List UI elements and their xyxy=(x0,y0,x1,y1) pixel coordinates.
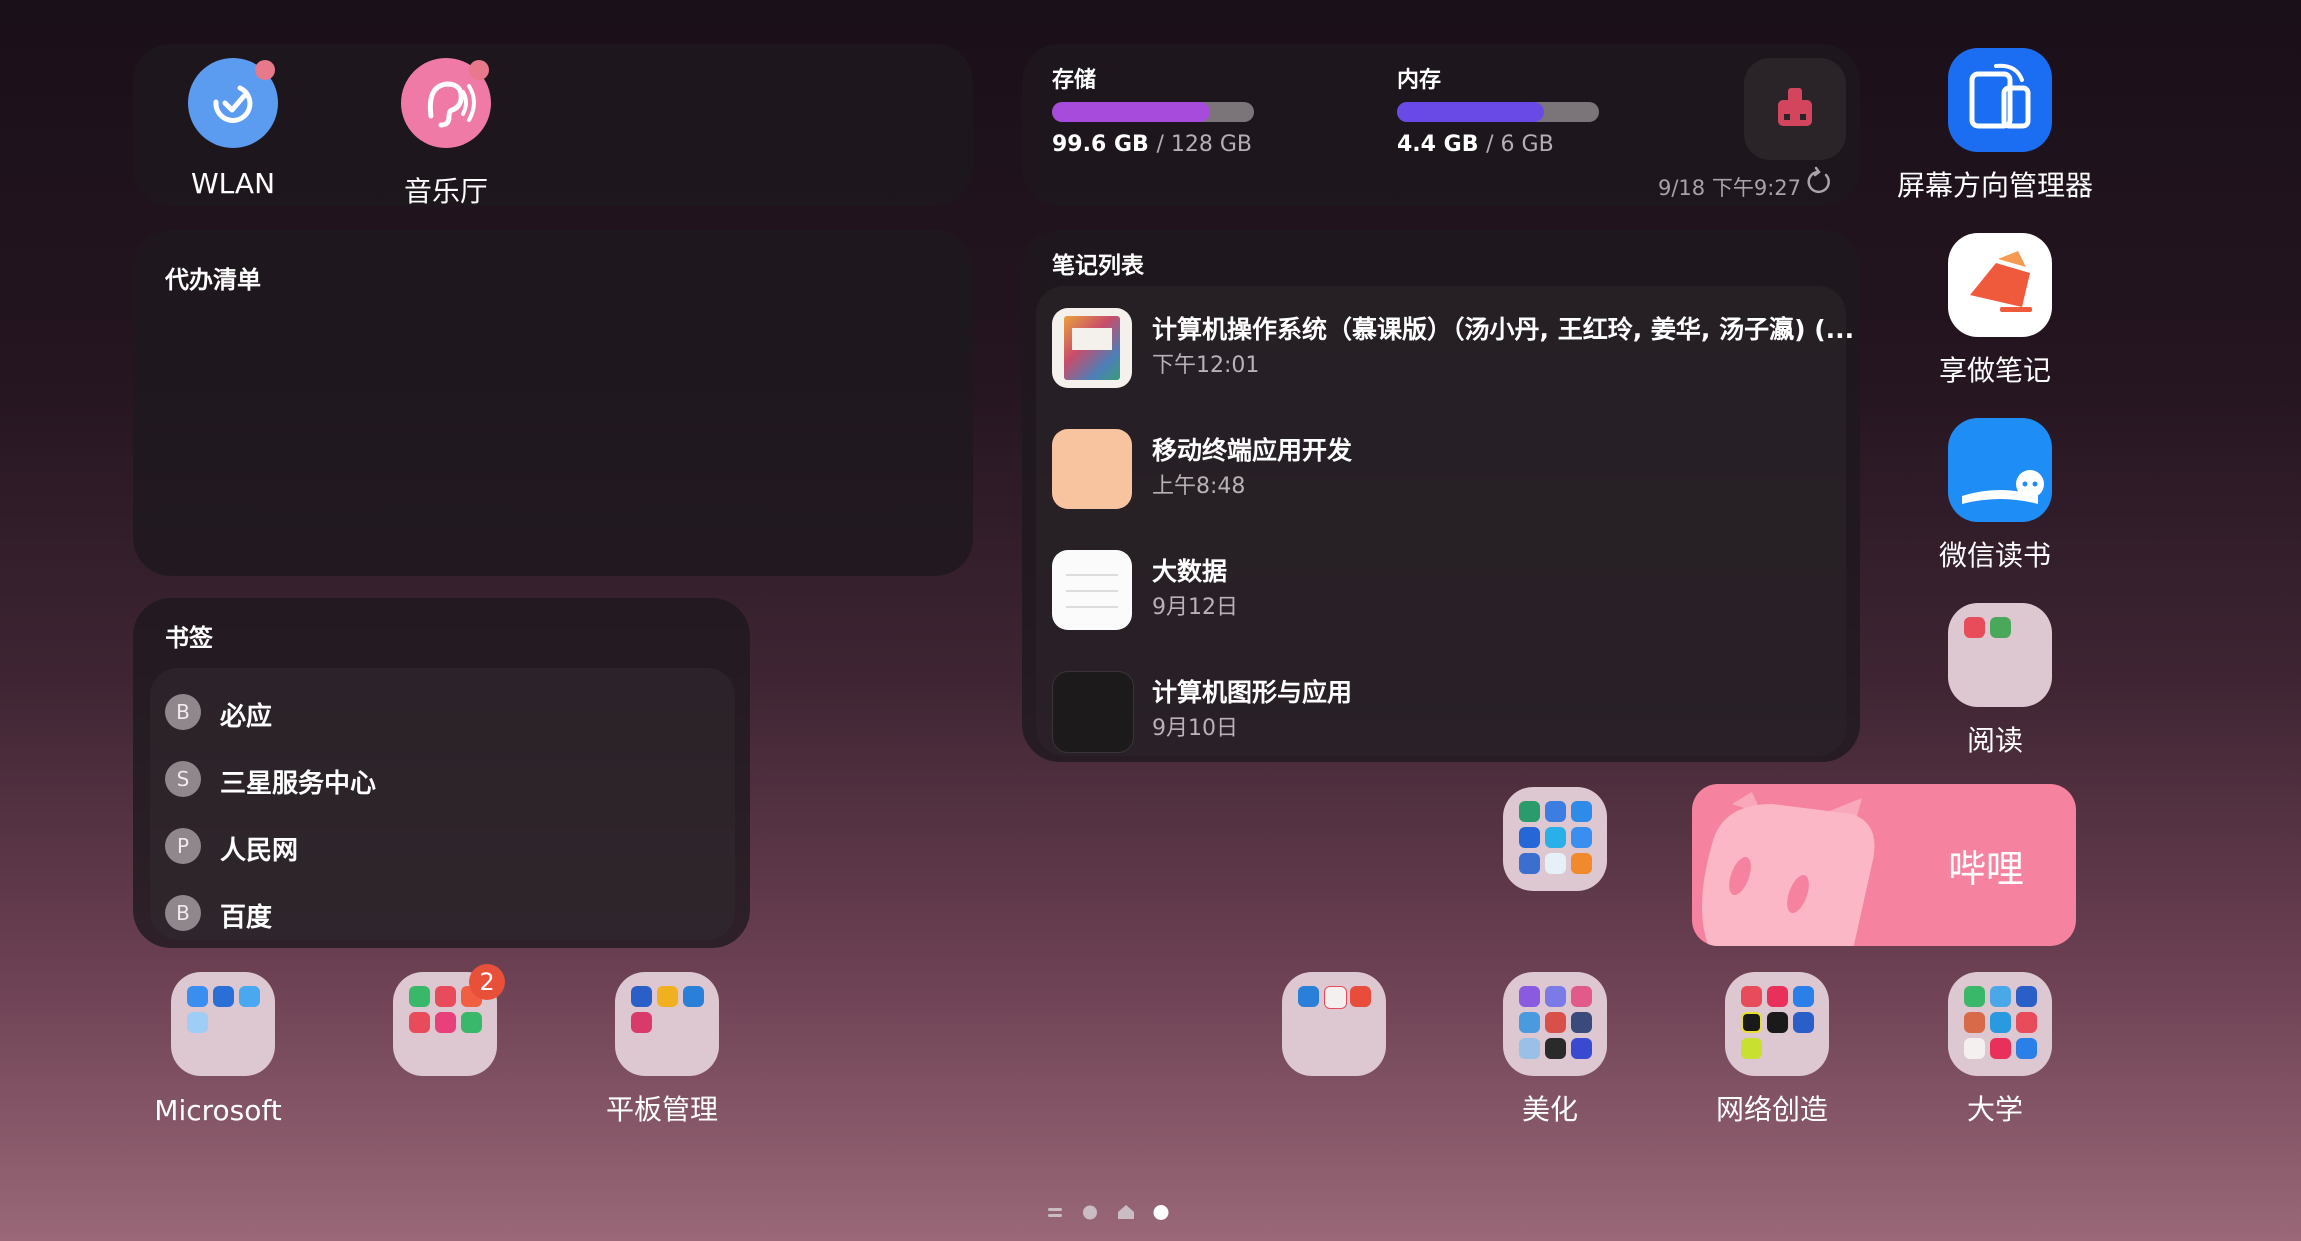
network-create-folder-icon xyxy=(1725,972,1829,1076)
folder-network-create[interactable]: 网络创造 xyxy=(1677,972,1867,1132)
note-title: 计算机操作系统（慕课版）（汤小丹, 王红玲, 姜华, 汤子瀛) (... xyxy=(1152,315,1855,344)
notes-app-icon xyxy=(1948,233,2052,337)
notification-badge: 2 xyxy=(469,964,505,1000)
note-title: 大数据 xyxy=(1152,557,1228,586)
memory-bar-fill xyxy=(1397,102,1545,122)
storage-card: 存储 99.6 GB / 128 GB 内存 4.4 GB / 6 GB 9/1… xyxy=(1022,44,1860,206)
updated-time: 9/18 下午9:27 xyxy=(1658,176,1801,200)
app-wechat-read[interactable]: 微信读书 xyxy=(1900,418,2090,578)
note-item[interactable]: 计算机操作系统（慕课版）（汤小丹, 王红玲, 姜华, 汤子瀛) (... 下午1… xyxy=(1052,302,1854,402)
note-item[interactable]: 计算机图形与应用 9月10日 xyxy=(1052,665,1842,765)
bookmark-label: 百度 xyxy=(220,903,273,933)
storage-total: / 128 GB xyxy=(1156,132,1252,157)
app-label: Microsoft xyxy=(154,1094,282,1127)
memory-used: 4.4 GB xyxy=(1397,132,1479,157)
app-label: 享做笔记 xyxy=(1938,354,2051,387)
note-item[interactable]: 移动终端应用开发 上午8:48 xyxy=(1052,423,1842,523)
folder-reading[interactable]: 阅读 xyxy=(1900,603,2090,763)
sound-label: 音乐厅 xyxy=(403,175,488,208)
bookmark-favicon: B xyxy=(165,895,201,931)
note-title: 计算机图形与应用 xyxy=(1152,678,1353,707)
storage-bar xyxy=(1052,102,1254,122)
quick-toggles-card: WLAN 音乐厅 xyxy=(133,44,973,208)
app-label: 平板管理 xyxy=(605,1093,718,1126)
bookmark-label: 三星服务中心 xyxy=(220,769,377,799)
app-label: 微信读书 xyxy=(1938,539,2051,572)
note-date: 9月12日 xyxy=(1152,595,1238,620)
storage-usage: 99.6 GB / 128 GB xyxy=(1052,132,1252,157)
bilibili-widget[interactable]: 哔哩 xyxy=(1692,784,2076,946)
page-indicator[interactable] xyxy=(1046,1200,1176,1226)
folder-social[interactable] xyxy=(1455,787,1645,947)
note-thumbnail xyxy=(1052,429,1132,509)
app-label: 网络创造 xyxy=(1715,1093,1828,1126)
broom-icon xyxy=(1778,88,1812,126)
folder-microsoft[interactable]: Microsoft xyxy=(123,972,313,1132)
storage-used: 99.6 GB xyxy=(1052,132,1149,157)
microsoft-folder-icon xyxy=(171,972,275,1076)
sound-status-dot xyxy=(469,60,489,80)
folder-icon xyxy=(1503,787,1607,891)
note-date: 下午12:01 xyxy=(1152,353,1260,378)
wifi-label: WLAN xyxy=(190,167,276,200)
app-notes[interactable]: 享做笔记 xyxy=(1900,233,2090,393)
folder-tools[interactable]: 2 xyxy=(345,964,535,1132)
bookmark-label: 必应 xyxy=(220,702,273,732)
bookmark-favicon: S xyxy=(165,761,201,797)
note-title: 移动终端应用开发 xyxy=(1152,436,1353,465)
note-date: 9月10日 xyxy=(1152,716,1238,741)
reading-folder-icon xyxy=(1948,603,2052,707)
app-screen-rotation[interactable]: 屏幕方向管理器 xyxy=(1897,48,2093,208)
memory-bar xyxy=(1397,102,1599,122)
clean-button[interactable] xyxy=(1744,58,1846,160)
page-dots-icon xyxy=(1048,1205,1169,1220)
bookmark-label: 人民网 xyxy=(220,836,299,866)
todo-card[interactable]: 代办清单 xyxy=(133,230,973,576)
memory-title: 内存 xyxy=(1397,68,1442,93)
folder-office[interactable] xyxy=(1234,972,1424,1132)
note-thumbnail xyxy=(1052,671,1134,753)
wifi-status-dot xyxy=(255,60,275,80)
folder-icon xyxy=(1282,972,1386,1076)
note-thumbnail xyxy=(1052,550,1132,630)
wechat-read-icon xyxy=(1948,418,2052,522)
note-thumbnail xyxy=(1052,308,1132,388)
bookmark-favicon: B xyxy=(165,694,201,730)
bookmark-favicon: P xyxy=(165,828,201,864)
memory-usage: 4.4 GB / 6 GB xyxy=(1397,132,1554,157)
refresh-icon[interactable] xyxy=(1804,166,1834,196)
app-label: 大学 xyxy=(1966,1093,2023,1126)
app-label: 屏幕方向管理器 xyxy=(1896,169,2093,202)
bookmarks-title: 书签 xyxy=(165,624,213,652)
storage-bar-fill xyxy=(1052,102,1210,122)
memory-total: / 6 GB xyxy=(1486,132,1554,157)
tablet-manager-folder-icon xyxy=(615,972,719,1076)
university-folder-icon xyxy=(1948,972,2052,1076)
screen-rotation-icon xyxy=(1948,48,2052,152)
folder-tablet-manager[interactable]: 平板管理 xyxy=(567,972,757,1132)
note-item[interactable]: 大数据 9月12日 xyxy=(1052,544,1842,644)
folder-beautify[interactable]: 美化 xyxy=(1455,972,1645,1132)
notes-title: 笔记列表 xyxy=(1052,253,1144,279)
storage-title: 存储 xyxy=(1052,68,1097,93)
beautify-folder-icon xyxy=(1503,972,1607,1076)
bilibili-label: 哔哩 xyxy=(1948,847,2025,891)
folder-university[interactable]: 大学 xyxy=(1900,972,2090,1132)
app-label: 美化 xyxy=(1521,1093,1578,1126)
todo-title: 代办清单 xyxy=(165,266,261,294)
note-date: 上午8:48 xyxy=(1152,474,1246,499)
app-label: 阅读 xyxy=(1966,724,2023,757)
